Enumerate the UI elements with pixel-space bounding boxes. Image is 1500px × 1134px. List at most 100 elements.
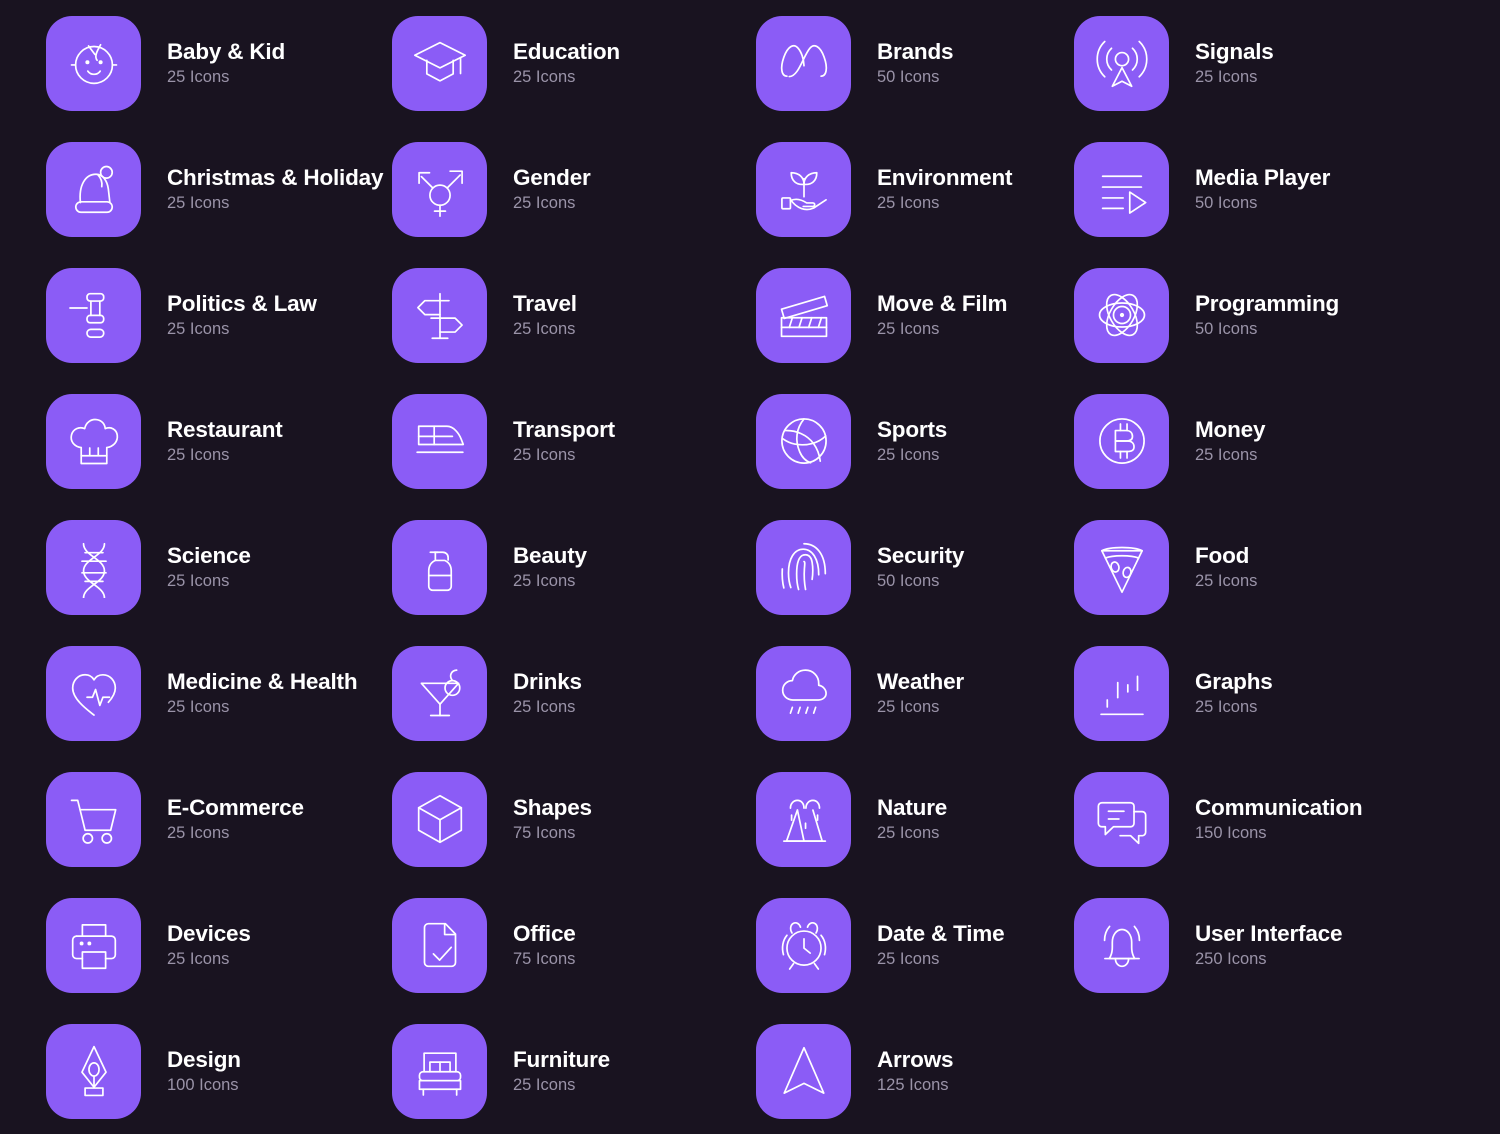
category-item[interactable]: Media Player 50 Icons [1062,126,1400,252]
graduation-cap-icon[interactable] [392,15,487,111]
category-item[interactable]: Communication 150 Icons [1062,756,1400,882]
category-icon-count: 150 Icons [1195,824,1267,843]
category-meta: Money 25 Icons [1195,417,1265,465]
category-icon-count: 100 Icons [167,1076,239,1095]
signpost-icon[interactable] [392,267,487,363]
bar-chart-icon[interactable] [1074,645,1169,741]
category-item[interactable]: Date & Time 25 Icons [712,882,1062,1008]
category-icon-count: 25 Icons [513,68,576,87]
volleyball-icon[interactable] [756,393,851,489]
category-item[interactable]: Education 25 Icons [356,0,712,126]
category-item[interactable]: Transport 25 Icons [356,378,712,504]
fingerprint-icon[interactable] [756,519,851,615]
sprout-in-hand-icon[interactable] [756,141,851,237]
category-item[interactable]: Arrows 125 Icons [712,1008,1062,1134]
category-item[interactable]: Beauty 25 Icons [356,504,712,630]
category-title: Drinks [513,668,582,694]
category-icon-count: 250 Icons [1195,950,1267,969]
train-icon[interactable] [392,393,487,489]
bed-icon[interactable] [392,1023,487,1119]
category-item[interactable]: Signals 25 Icons [1062,0,1400,126]
category-icon-count: 25 Icons [513,194,576,213]
category-meta: Graphs 25 Icons [1195,669,1273,717]
category-icon-count: 25 Icons [513,1076,576,1095]
category-item[interactable]: Gender 25 Icons [356,126,712,252]
transgender-symbol-icon[interactable] [392,141,487,237]
rain-cloud-icon[interactable] [756,645,851,741]
category-item[interactable]: Money 25 Icons [1062,378,1400,504]
santa-hat-icon[interactable] [46,141,141,237]
dna-helix-icon[interactable] [46,519,141,615]
category-meta: Security 50 Icons [877,543,964,591]
category-icon-count: 25 Icons [877,446,940,465]
category-item[interactable]: Office 75 Icons [356,882,712,1008]
meta-infinity-icon[interactable] [756,15,851,111]
category-title: Travel [513,290,577,316]
category-icon-count: 25 Icons [877,194,940,213]
category-icon-count: 50 Icons [1195,194,1258,213]
broadcast-antenna-icon[interactable] [1074,15,1169,111]
cocktail-glass-icon[interactable] [392,645,487,741]
category-item[interactable]: Medicine & Health 25 Icons [0,630,358,756]
category-item[interactable]: Environment 25 Icons [712,126,1062,252]
category-meta: Shapes 75 Icons [513,795,592,843]
category-item[interactable]: Design 100 Icons [0,1008,356,1134]
category-title: Weather [877,668,964,694]
category-meta: Environment 25 Icons [877,165,1013,213]
navigation-arrow-icon[interactable] [756,1023,851,1119]
shopping-cart-icon[interactable] [46,771,141,867]
category-item[interactable]: Sports 25 Icons [712,378,1062,504]
category-item[interactable]: Nature 25 Icons [712,756,1062,882]
pizza-slice-icon[interactable] [1074,519,1169,615]
category-item[interactable]: Travel 25 Icons [356,252,712,378]
playlist-play-icon[interactable] [1074,141,1169,237]
category-item[interactable]: Food 25 Icons [1062,504,1400,630]
category-item[interactable]: Brands 50 Icons [712,0,1062,126]
category-meta: Office 75 Icons [513,921,576,969]
category-meta: Restaurant 25 Icons [167,417,283,465]
category-meta: Beauty 25 Icons [513,542,587,591]
category-item[interactable]: Devices 25 Icons [0,882,356,1008]
category-item[interactable]: Restaurant 25 Icons [0,378,356,504]
gavel-icon[interactable] [46,267,141,363]
chat-bubbles-icon[interactable] [1074,771,1169,867]
category-item[interactable]: Shapes 75 Icons [356,756,712,882]
category-icon-count: 25 Icons [167,68,230,87]
category-item[interactable]: Security 50 Icons [712,504,1062,630]
mountain-waterfall-icon[interactable] [756,771,851,867]
alarm-clock-icon[interactable] [756,897,851,993]
category-meta: Weather 25 Icons [877,668,964,717]
printer-icon[interactable] [46,897,141,993]
cube-icon[interactable] [392,771,487,867]
category-item[interactable]: User Interface 250 Icons [1062,882,1400,1008]
category-meta: Transport 25 Icons [513,417,615,465]
category-title: Communication [1195,794,1363,820]
heart-pulse-icon[interactable] [46,645,141,741]
category-meta: Travel 25 Icons [513,290,577,339]
category-item[interactable]: Move & Film 25 Icons [712,252,1062,378]
baby-face-icon[interactable] [46,15,141,111]
category-item[interactable]: Science 25 Icons [0,504,356,630]
clapperboard-icon[interactable] [756,267,851,363]
atom-react-icon[interactable] [1074,267,1169,363]
bitcoin-coin-icon[interactable] [1074,393,1169,489]
category-item[interactable]: Politics & Law 25 Icons [0,252,356,378]
chef-hat-icon[interactable] [46,393,141,489]
category-icon-count: 25 Icons [167,572,230,591]
category-title: Media Player [1195,164,1331,190]
category-item[interactable]: Christmas & Holiday 25 Icons [0,126,383,252]
lotion-pump-bottle-icon[interactable] [392,519,487,615]
category-icon-count: 25 Icons [877,824,940,843]
document-check-icon[interactable] [392,897,487,993]
category-item[interactable]: Baby & Kid 25 Icons [0,0,356,126]
category-item[interactable]: Graphs 25 Icons [1062,630,1400,756]
category-item[interactable]: Weather 25 Icons [712,630,1062,756]
category-title: Beauty [513,542,587,568]
pen-nib-icon[interactable] [46,1023,141,1119]
category-item[interactable]: Furniture 25 Icons [356,1008,712,1134]
bell-icon[interactable] [1074,897,1169,993]
category-item[interactable]: Programming 50 Icons [1062,252,1400,378]
category-title: Science [167,542,251,568]
category-item[interactable]: E-Commerce 25 Icons [0,756,356,882]
category-item[interactable]: Drinks 25 Icons [356,630,712,756]
